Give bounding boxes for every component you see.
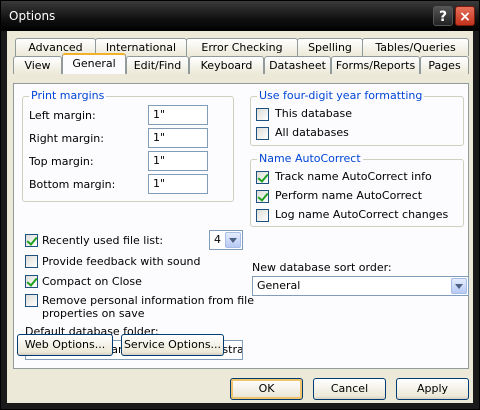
remove-personal-info-checkbox[interactable] <box>25 294 38 307</box>
year-format-group: Use four-digit year formatting This data… <box>250 89 464 146</box>
log-autocorrect-checkbox[interactable] <box>256 209 269 222</box>
title-bar[interactable]: Options ? × <box>1 1 479 31</box>
sort-order-select[interactable]: General <box>252 276 469 296</box>
web-options-button[interactable]: Web Options... <box>17 334 113 356</box>
autocorrect-group: Name AutoCorrect Track name AutoCorrect … <box>250 152 464 227</box>
recent-files-label: Recently used file list: <box>42 234 164 247</box>
autocorrect-title: Name AutoCorrect <box>257 152 363 165</box>
all-databases-checkbox[interactable] <box>256 127 269 140</box>
tab-error-checking[interactable]: Error Checking <box>186 38 298 56</box>
apply-button[interactable]: Apply <box>396 378 469 400</box>
track-autocorrect-label: Track name AutoCorrect info <box>275 170 432 183</box>
options-dialog: Options ? × Advanced International Error… <box>0 0 480 410</box>
tab-forms-reports[interactable]: Forms/Reports <box>331 56 420 74</box>
service-options-button[interactable]: Service Options... <box>121 334 224 356</box>
sort-order-label: New database sort order: <box>252 261 392 274</box>
print-margins-group: Print margins Left margin: 1" Right marg… <box>22 89 234 202</box>
top-margin-input[interactable]: 1" <box>148 151 208 171</box>
tab-keyboard[interactable]: Keyboard <box>189 56 264 74</box>
window-title: Options <box>9 9 56 23</box>
tab-tables-queries[interactable]: Tables/Queries <box>362 38 469 56</box>
help-button[interactable]: ? <box>433 6 453 26</box>
bottom-margin-label: Bottom margin: <box>29 178 116 191</box>
general-tab-panel: Print margins Left margin: 1" Right marg… <box>13 83 469 369</box>
all-databases-label: All databases <box>275 126 349 139</box>
top-margin-label: Top margin: <box>29 155 94 168</box>
track-autocorrect-checkbox[interactable] <box>256 171 269 184</box>
right-margin-label: Right margin: <box>29 132 104 145</box>
ok-button[interactable]: OK <box>230 378 303 400</box>
feedback-sound-label: Provide feedback with sound <box>42 255 201 268</box>
chevron-down-icon[interactable] <box>225 232 241 248</box>
compact-on-close-label: Compact on Close <box>42 275 142 288</box>
sort-order-value: General <box>257 279 301 292</box>
chevron-down-icon[interactable] <box>451 278 467 294</box>
perform-autocorrect-label: Perform name AutoCorrect <box>275 189 423 202</box>
log-autocorrect-label: Log name AutoCorrect changes <box>275 208 449 221</box>
close-button[interactable]: × <box>455 6 475 26</box>
compact-on-close-checkbox[interactable] <box>25 275 38 288</box>
bottom-margin-input[interactable]: 1" <box>148 174 208 194</box>
tab-view[interactable]: View <box>13 56 62 74</box>
cancel-button[interactable]: Cancel <box>313 378 386 400</box>
year-format-title: Use four-digit year formatting <box>257 89 425 102</box>
tab-edit-find[interactable]: Edit/Find <box>126 56 189 74</box>
tab-general[interactable]: General <box>62 53 126 74</box>
perform-autocorrect-checkbox[interactable] <box>256 190 269 203</box>
left-margin-label: Left margin: <box>29 109 96 122</box>
tab-spelling[interactable]: Spelling <box>297 38 363 56</box>
tab-pages[interactable]: Pages <box>420 56 469 74</box>
recent-files-count-value: 4 <box>214 233 221 246</box>
recent-files-count-select[interactable]: 4 <box>209 230 243 250</box>
this-database-checkbox[interactable] <box>256 108 269 121</box>
tab-datasheet[interactable]: Datasheet <box>264 56 331 74</box>
feedback-sound-checkbox[interactable] <box>25 255 38 268</box>
dialog-client: Advanced International Error Checking Sp… <box>7 31 473 403</box>
left-margin-input[interactable]: 1" <box>148 105 208 125</box>
print-margins-title: Print margins <box>29 89 107 102</box>
right-margin-input[interactable]: 1" <box>148 128 208 148</box>
remove-personal-info-label-1: Remove personal information from file <box>42 294 254 307</box>
recent-files-checkbox[interactable] <box>25 234 38 247</box>
remove-personal-info-label-2: properties on save <box>42 307 145 320</box>
this-database-label: This database <box>275 107 352 120</box>
